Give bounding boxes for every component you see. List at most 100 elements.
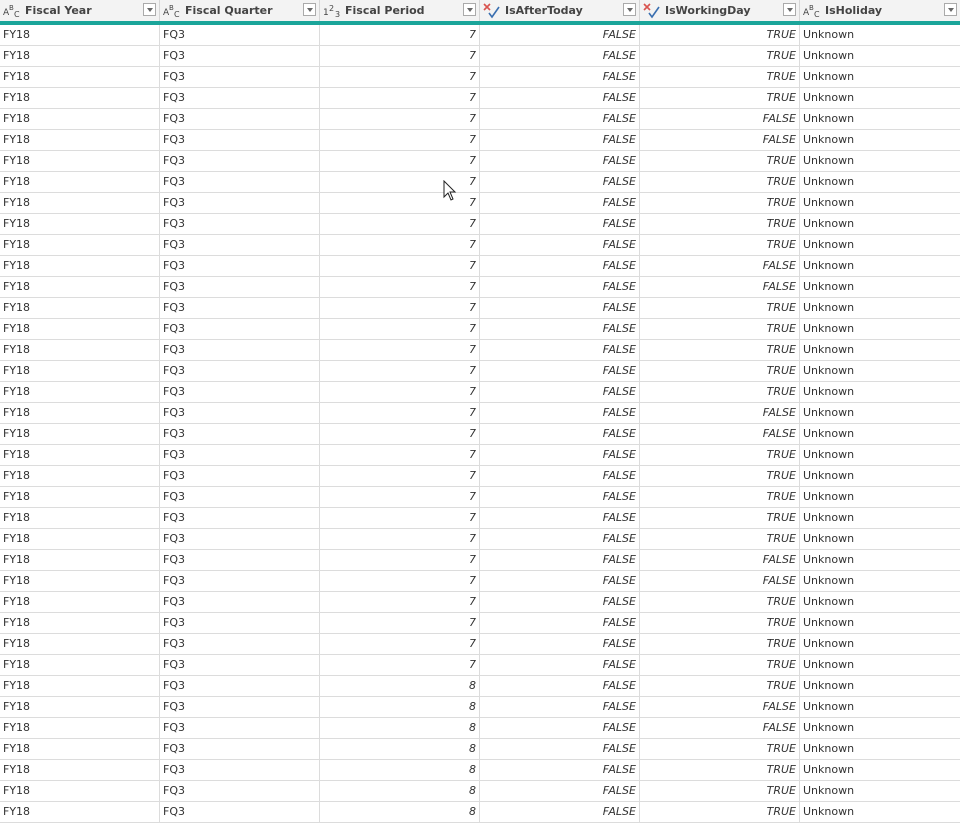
cell-is-working-day[interactable]: TRUE bbox=[640, 634, 800, 654]
cell-is-holiday[interactable]: Unknown bbox=[800, 697, 960, 717]
cell-is-after-today[interactable]: FALSE bbox=[480, 130, 640, 150]
cell-is-after-today[interactable]: FALSE bbox=[480, 88, 640, 108]
cell-is-holiday[interactable]: Unknown bbox=[800, 802, 960, 822]
filter-dropdown-icon[interactable] bbox=[303, 3, 316, 16]
cell-fiscal-quarter[interactable]: FQ3 bbox=[160, 718, 320, 738]
cell-fiscal-period[interactable]: 7 bbox=[320, 277, 480, 297]
cell-is-working-day[interactable]: TRUE bbox=[640, 739, 800, 759]
column-header[interactable]: IsAfterToday bbox=[480, 0, 640, 21]
cell-fiscal-year[interactable]: FY18 bbox=[0, 130, 160, 150]
cell-fiscal-year[interactable]: FY18 bbox=[0, 613, 160, 633]
cell-is-after-today[interactable]: FALSE bbox=[480, 109, 640, 129]
table-row[interactable]: FY18 FQ3 7 FALSE FALSE Unknown bbox=[0, 109, 960, 130]
cell-fiscal-year[interactable]: FY18 bbox=[0, 25, 160, 45]
cell-is-holiday[interactable]: Unknown bbox=[800, 634, 960, 654]
cell-fiscal-quarter[interactable]: FQ3 bbox=[160, 487, 320, 507]
filter-dropdown-icon[interactable] bbox=[783, 3, 796, 16]
cell-is-working-day[interactable]: FALSE bbox=[640, 424, 800, 444]
cell-fiscal-year[interactable]: FY18 bbox=[0, 109, 160, 129]
cell-fiscal-quarter[interactable]: FQ3 bbox=[160, 676, 320, 696]
cell-is-holiday[interactable]: Unknown bbox=[800, 718, 960, 738]
cell-is-holiday[interactable]: Unknown bbox=[800, 424, 960, 444]
cell-fiscal-period[interactable]: 7 bbox=[320, 130, 480, 150]
cell-is-after-today[interactable]: FALSE bbox=[480, 298, 640, 318]
table-row[interactable]: FY18 FQ3 7 FALSE TRUE Unknown bbox=[0, 340, 960, 361]
cell-fiscal-quarter[interactable]: FQ3 bbox=[160, 802, 320, 822]
cell-fiscal-period[interactable]: 7 bbox=[320, 88, 480, 108]
cell-is-holiday[interactable]: Unknown bbox=[800, 256, 960, 276]
cell-is-holiday[interactable]: Unknown bbox=[800, 445, 960, 465]
logical-type-icon[interactable] bbox=[483, 2, 501, 19]
cell-is-after-today[interactable]: FALSE bbox=[480, 256, 640, 276]
filter-dropdown-icon[interactable] bbox=[623, 3, 636, 16]
cell-fiscal-quarter[interactable]: FQ3 bbox=[160, 571, 320, 591]
table-row[interactable]: FY18 FQ3 7 FALSE TRUE Unknown bbox=[0, 193, 960, 214]
cell-fiscal-period[interactable]: 8 bbox=[320, 697, 480, 717]
cell-fiscal-quarter[interactable]: FQ3 bbox=[160, 151, 320, 171]
cell-is-working-day[interactable]: TRUE bbox=[640, 340, 800, 360]
cell-fiscal-period[interactable]: 7 bbox=[320, 634, 480, 654]
table-row[interactable]: FY18 FQ3 7 FALSE TRUE Unknown bbox=[0, 445, 960, 466]
cell-fiscal-quarter[interactable]: FQ3 bbox=[160, 25, 320, 45]
table-row[interactable]: FY18 FQ3 7 FALSE TRUE Unknown bbox=[0, 508, 960, 529]
cell-is-working-day[interactable]: FALSE bbox=[640, 256, 800, 276]
cell-is-holiday[interactable]: Unknown bbox=[800, 739, 960, 759]
cell-fiscal-year[interactable]: FY18 bbox=[0, 319, 160, 339]
cell-fiscal-period[interactable]: 7 bbox=[320, 529, 480, 549]
cell-fiscal-quarter[interactable]: FQ3 bbox=[160, 445, 320, 465]
cell-is-holiday[interactable]: Unknown bbox=[800, 781, 960, 801]
cell-is-working-day[interactable]: FALSE bbox=[640, 571, 800, 591]
cell-is-holiday[interactable]: Unknown bbox=[800, 88, 960, 108]
cell-is-working-day[interactable]: TRUE bbox=[640, 382, 800, 402]
cell-fiscal-quarter[interactable]: FQ3 bbox=[160, 319, 320, 339]
cell-is-working-day[interactable]: FALSE bbox=[640, 277, 800, 297]
cell-is-working-day[interactable]: TRUE bbox=[640, 172, 800, 192]
cell-is-holiday[interactable]: Unknown bbox=[800, 130, 960, 150]
cell-fiscal-year[interactable]: FY18 bbox=[0, 67, 160, 87]
cell-is-working-day[interactable]: TRUE bbox=[640, 214, 800, 234]
cell-fiscal-year[interactable]: FY18 bbox=[0, 676, 160, 696]
cell-is-holiday[interactable]: Unknown bbox=[800, 529, 960, 549]
cell-is-working-day[interactable]: TRUE bbox=[640, 802, 800, 822]
table-row[interactable]: FY18 FQ3 7 FALSE TRUE Unknown bbox=[0, 613, 960, 634]
cell-fiscal-quarter[interactable]: FQ3 bbox=[160, 109, 320, 129]
cell-fiscal-period[interactable]: 7 bbox=[320, 214, 480, 234]
filter-dropdown-icon[interactable] bbox=[463, 3, 476, 16]
cell-is-after-today[interactable]: FALSE bbox=[480, 550, 640, 570]
table-row[interactable]: FY18 FQ3 7 FALSE FALSE Unknown bbox=[0, 277, 960, 298]
cell-is-holiday[interactable]: Unknown bbox=[800, 67, 960, 87]
cell-fiscal-year[interactable]: FY18 bbox=[0, 529, 160, 549]
cell-fiscal-period[interactable]: 7 bbox=[320, 592, 480, 612]
table-row[interactable]: FY18 FQ3 7 FALSE TRUE Unknown bbox=[0, 172, 960, 193]
table-row[interactable]: FY18 FQ3 7 FALSE TRUE Unknown bbox=[0, 214, 960, 235]
cell-is-after-today[interactable]: FALSE bbox=[480, 697, 640, 717]
cell-fiscal-year[interactable]: FY18 bbox=[0, 256, 160, 276]
cell-fiscal-quarter[interactable]: FQ3 bbox=[160, 67, 320, 87]
cell-fiscal-period[interactable]: 7 bbox=[320, 655, 480, 675]
cell-fiscal-year[interactable]: FY18 bbox=[0, 151, 160, 171]
cell-is-working-day[interactable]: TRUE bbox=[640, 760, 800, 780]
cell-is-working-day[interactable]: TRUE bbox=[640, 508, 800, 528]
cell-fiscal-period[interactable]: 7 bbox=[320, 613, 480, 633]
cell-is-working-day[interactable]: TRUE bbox=[640, 655, 800, 675]
cell-is-after-today[interactable]: FALSE bbox=[480, 739, 640, 759]
cell-fiscal-quarter[interactable]: FQ3 bbox=[160, 382, 320, 402]
cell-is-after-today[interactable]: FALSE bbox=[480, 634, 640, 654]
cell-fiscal-period[interactable]: 7 bbox=[320, 25, 480, 45]
cell-fiscal-year[interactable]: FY18 bbox=[0, 634, 160, 654]
filter-dropdown-icon[interactable] bbox=[143, 3, 156, 16]
cell-is-working-day[interactable]: TRUE bbox=[640, 487, 800, 507]
cell-fiscal-period[interactable]: 7 bbox=[320, 193, 480, 213]
cell-is-after-today[interactable]: FALSE bbox=[480, 46, 640, 66]
table-row[interactable]: FY18 FQ3 8 FALSE FALSE Unknown bbox=[0, 718, 960, 739]
cell-is-after-today[interactable]: FALSE bbox=[480, 508, 640, 528]
cell-fiscal-quarter[interactable]: FQ3 bbox=[160, 130, 320, 150]
cell-fiscal-quarter[interactable]: FQ3 bbox=[160, 613, 320, 633]
cell-fiscal-quarter[interactable]: FQ3 bbox=[160, 88, 320, 108]
table-row[interactable]: FY18 FQ3 7 FALSE FALSE Unknown bbox=[0, 550, 960, 571]
cell-is-working-day[interactable]: TRUE bbox=[640, 151, 800, 171]
cell-is-after-today[interactable]: FALSE bbox=[480, 466, 640, 486]
cell-is-holiday[interactable]: Unknown bbox=[800, 571, 960, 591]
cell-is-holiday[interactable]: Unknown bbox=[800, 508, 960, 528]
cell-fiscal-quarter[interactable]: FQ3 bbox=[160, 529, 320, 549]
